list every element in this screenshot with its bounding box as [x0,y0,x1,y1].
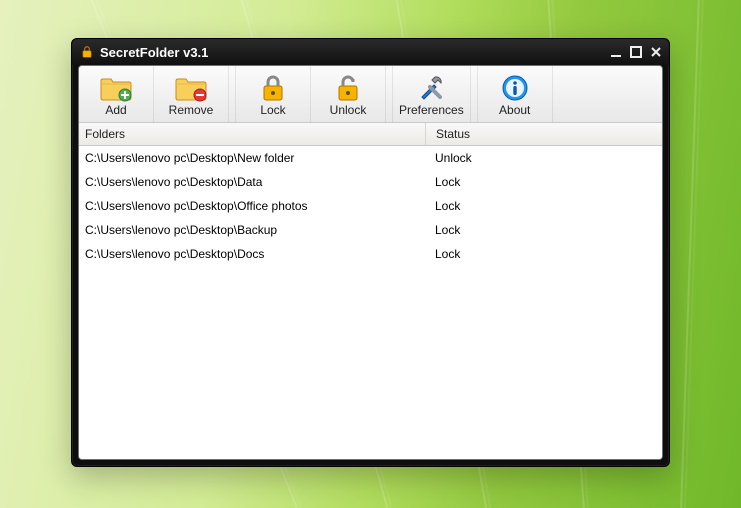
add-label: Add [105,103,126,117]
folder-remove-icon [174,73,208,103]
column-header-folders[interactable]: Folders [79,123,426,145]
folder-list: C:\Users\lenovo pc\Desktop\New folderUnl… [79,146,662,459]
unlock-button[interactable]: Unlock [311,66,386,122]
table-row[interactable]: C:\Users\lenovo pc\Desktop\New folderUnl… [79,146,662,170]
unlock-icon [331,73,365,103]
column-header-folders-label: Folders [85,127,125,141]
titlebar[interactable]: SecretFolder v3.1 [72,39,669,65]
about-label: About [499,103,530,117]
preferences-label: Preferences [399,103,464,117]
about-button[interactable]: About [478,66,553,122]
folder-path-cell: C:\Users\lenovo pc\Desktop\New folder [79,151,425,165]
window-title: SecretFolder v3.1 [100,45,208,60]
remove-button[interactable]: Remove [154,66,229,122]
remove-label: Remove [169,103,214,117]
status-cell: Lock [425,199,662,213]
lock-button[interactable]: Lock [236,66,311,122]
app-window: SecretFolder v3.1 [71,38,670,467]
table-row[interactable]: C:\Users\lenovo pc\Desktop\DocsLock [79,242,662,266]
table-row[interactable]: C:\Users\lenovo pc\Desktop\DataLock [79,170,662,194]
table-row[interactable]: C:\Users\lenovo pc\Desktop\Office photos… [79,194,662,218]
tools-icon [414,73,448,103]
maximize-button[interactable] [629,45,643,59]
client-area: Add Remove [78,65,663,460]
folder-path-cell: C:\Users\lenovo pc\Desktop\Backup [79,223,425,237]
folder-path-cell: C:\Users\lenovo pc\Desktop\Office photos [79,199,425,213]
minimize-button[interactable] [609,45,623,59]
add-button[interactable]: Add [79,66,154,122]
folder-add-icon [99,73,133,103]
app-lock-icon [80,45,94,59]
preferences-button[interactable]: Preferences [393,66,471,122]
status-cell: Lock [425,247,662,261]
unlock-label: Unlock [330,103,367,117]
status-cell: Unlock [425,151,662,165]
lock-icon [256,73,290,103]
column-header-status-label: Status [436,127,470,141]
folder-path-cell: C:\Users\lenovo pc\Desktop\Docs [79,247,425,261]
lock-label: Lock [260,103,285,117]
close-button[interactable] [649,45,663,59]
toolbar: Add Remove [79,66,662,123]
status-cell: Lock [425,175,662,189]
column-headers: Folders Status [79,123,662,146]
info-icon [498,73,532,103]
folder-path-cell: C:\Users\lenovo pc\Desktop\Data [79,175,425,189]
column-header-status[interactable]: Status [426,123,662,145]
status-cell: Lock [425,223,662,237]
table-row[interactable]: C:\Users\lenovo pc\Desktop\BackupLock [79,218,662,242]
